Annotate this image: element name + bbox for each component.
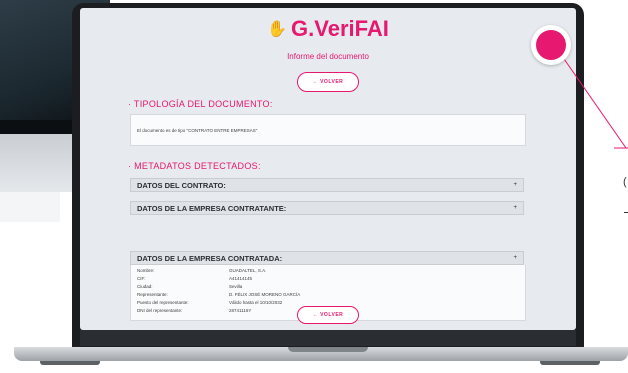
annotation-marker-dot (536, 30, 566, 60)
cropped-edge-text: ( (623, 176, 627, 188)
cropped-edge-dash (624, 212, 628, 213)
